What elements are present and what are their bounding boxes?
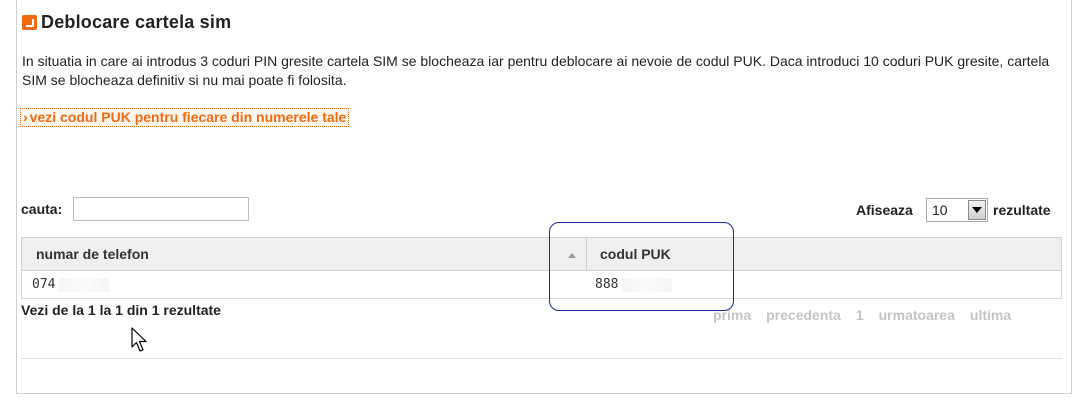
search-input[interactable]: [73, 197, 249, 221]
column-header-puk[interactable]: codul PUK: [587, 238, 1061, 270]
puk-table: numar de telefon codul PUK 074 888: [21, 237, 1062, 299]
table-row: 074 888: [21, 271, 1062, 299]
orange-square-arrow-icon: [22, 15, 37, 30]
results-summary: Vezi de la 1 la 1 din 1 rezultate: [21, 302, 221, 318]
sort-ascending-icon[interactable]: [568, 253, 576, 258]
pager-previous[interactable]: precedenta: [766, 307, 841, 323]
column-header-label: codul PUK: [600, 246, 671, 262]
puk-code-cell: 888: [587, 277, 1061, 292]
phone-number-cell: 074: [22, 277, 587, 292]
view-puk-link[interactable]: › vezi codul PUK pentru fiecare din numer…: [20, 108, 350, 127]
search-label: cauta:: [21, 201, 63, 217]
page-title: Deblocare cartela sim: [41, 12, 232, 32]
page-size-label: Afiseaza: [856, 202, 913, 218]
phone-number-value: 074: [32, 277, 56, 292]
table-body: 074 888: [21, 271, 1062, 299]
page-header: Deblocare cartela sim: [22, 12, 231, 33]
page-size-suffix: rezultate: [993, 202, 1051, 218]
redacted-mask: [59, 277, 110, 292]
column-header-phone[interactable]: numar de telefon: [22, 238, 587, 270]
divider: [21, 358, 1062, 359]
pager-first[interactable]: prima: [713, 307, 751, 323]
intro-text: In situatia in care ai introdus 3 coduri…: [22, 53, 1050, 88]
puk-code-value: 888: [595, 277, 619, 292]
column-header-label: numar de telefon: [36, 246, 149, 262]
mouse-pointer-icon: [131, 327, 147, 352]
view-puk-link-label: vezi codul PUK pentru fiecare din numere…: [29, 109, 347, 125]
page-size-value: 10: [932, 202, 948, 218]
page-size-select[interactable]: 10: [926, 198, 988, 222]
pager-next[interactable]: urmatoarea: [879, 307, 955, 323]
pager-current-page[interactable]: 1: [856, 307, 864, 323]
table-header: numar de telefon codul PUK: [21, 237, 1062, 271]
dropdown-arrow-icon[interactable]: [968, 200, 986, 220]
pager-last[interactable]: ultima: [970, 307, 1011, 323]
redacted-mask: [622, 277, 673, 292]
pagination: prima precedenta 1 urmatoarea ultima: [713, 307, 1011, 323]
link-arrow-icon: ›: [23, 109, 28, 125]
